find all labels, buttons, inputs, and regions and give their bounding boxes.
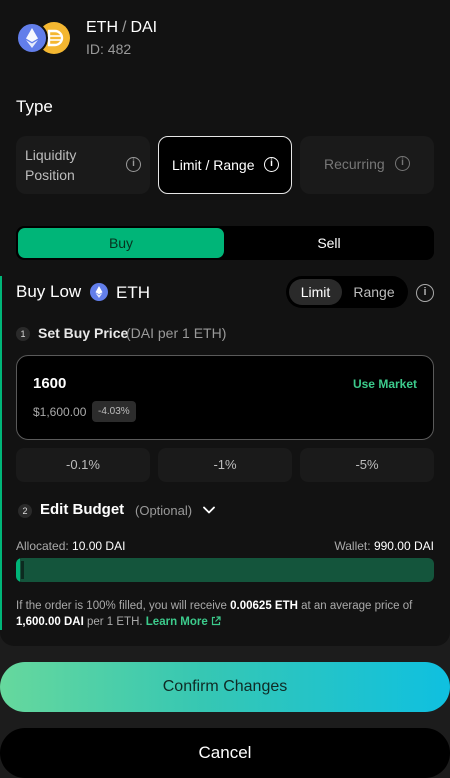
- section-token: ETH: [116, 283, 150, 302]
- type-option-label: Limit / Range: [172, 157, 255, 173]
- buy-sell-toggle: Buy Sell: [16, 226, 434, 260]
- type-heading: Type: [16, 97, 53, 116]
- step-number: 1: [16, 327, 30, 341]
- external-link-icon: [211, 616, 221, 626]
- budget-slider[interactable]: [16, 558, 434, 582]
- limit-range-toggle: Limit Range: [286, 276, 408, 308]
- fill-summary-note: If the order is 100% filled, you will re…: [16, 598, 426, 630]
- type-option-label: Recurring: [324, 156, 385, 172]
- sell-tab[interactable]: Sell: [244, 228, 414, 258]
- info-icon[interactable]: i: [264, 157, 279, 172]
- strategy-id: ID: 482: [86, 41, 132, 57]
- info-icon[interactable]: i: [416, 284, 434, 302]
- learn-more-link[interactable]: Learn More: [146, 616, 221, 628]
- wallet-value: 990.00 DAI: [373, 539, 434, 553]
- allocated-value: 10.00 DAI: [72, 539, 126, 553]
- learn-more-label: Learn More: [145, 616, 208, 628]
- eth-icon: [16, 22, 48, 54]
- info-icon[interactable]: i: [126, 157, 141, 172]
- info-icon[interactable]: i: [395, 156, 410, 171]
- budget-slider-handle[interactable]: [21, 561, 24, 579]
- wallet-balance: Wallet: 990.00 DAI: [334, 539, 434, 553]
- type-option-liquidity-position[interactable]: Liquidity Position i: [16, 136, 150, 194]
- range-option[interactable]: Range: [348, 279, 400, 305]
- type-option-label: Liquidity Position: [25, 147, 77, 183]
- type-option-limit-range[interactable]: Limit / Range i: [158, 136, 292, 194]
- order-panel: ETH / DAI ID: 482 Type Liquidity Position …: [0, 0, 450, 646]
- market-diff-badge: -4.03%: [92, 401, 136, 422]
- optional-label: (Optional): [135, 503, 193, 518]
- limit-option[interactable]: Limit: [289, 279, 342, 305]
- note-prefix: If the order is 100% filled, you will re…: [16, 600, 227, 612]
- set-buy-price-label: Set Buy Price: [38, 325, 129, 341]
- allocated-label: Allocated:: [16, 539, 69, 553]
- allocated-amount: Allocated: 10.00 DAI: [16, 539, 125, 553]
- price-value[interactable]: 1600: [33, 375, 66, 392]
- pair-separator: /: [122, 19, 127, 36]
- wallet-label: Wallet:: [334, 539, 371, 553]
- average-price: 1,600.00 DAI: [16, 616, 84, 628]
- section-title: Buy Low: [16, 282, 82, 301]
- preset-button[interactable]: -0.1%: [16, 448, 150, 482]
- receive-amount: 0.00625 ETH: [230, 600, 298, 612]
- base-token: ETH: [86, 19, 118, 36]
- preset-button[interactable]: -1%: [158, 448, 292, 482]
- buy-price-input[interactable]: 1600 Use Market $1,600.00 -4.03%: [16, 355, 434, 440]
- price-unit-label: (DAI per 1 ETH): [126, 325, 227, 341]
- type-option-recurring[interactable]: Recurring i: [300, 136, 434, 194]
- buy-tab[interactable]: Buy: [18, 228, 224, 258]
- eth-icon: [90, 283, 108, 301]
- chevron-down-icon[interactable]: [200, 501, 218, 519]
- pair-title: ETH / DAI: [86, 19, 157, 37]
- note-middle: at an average price of: [301, 600, 413, 612]
- step-number: 2: [18, 504, 32, 518]
- preset-button[interactable]: -5%: [300, 448, 434, 482]
- note-suffix: per 1 ETH.: [86, 616, 143, 628]
- price-usd-value: $1,600.00: [33, 405, 87, 419]
- edit-budget-label[interactable]: Edit Budget: [40, 501, 124, 518]
- token-pair-icons: [16, 22, 72, 54]
- buy-low-section: Buy Low ETH Limit Range i 1 Set Buy Pric…: [0, 276, 450, 630]
- cancel-button[interactable]: Cancel: [0, 728, 450, 778]
- budget-slider-fill: [16, 558, 20, 582]
- confirm-changes-button[interactable]: Confirm Changes: [0, 662, 450, 712]
- quote-token: DAI: [130, 19, 158, 36]
- use-market-button[interactable]: Use Market: [353, 377, 417, 391]
